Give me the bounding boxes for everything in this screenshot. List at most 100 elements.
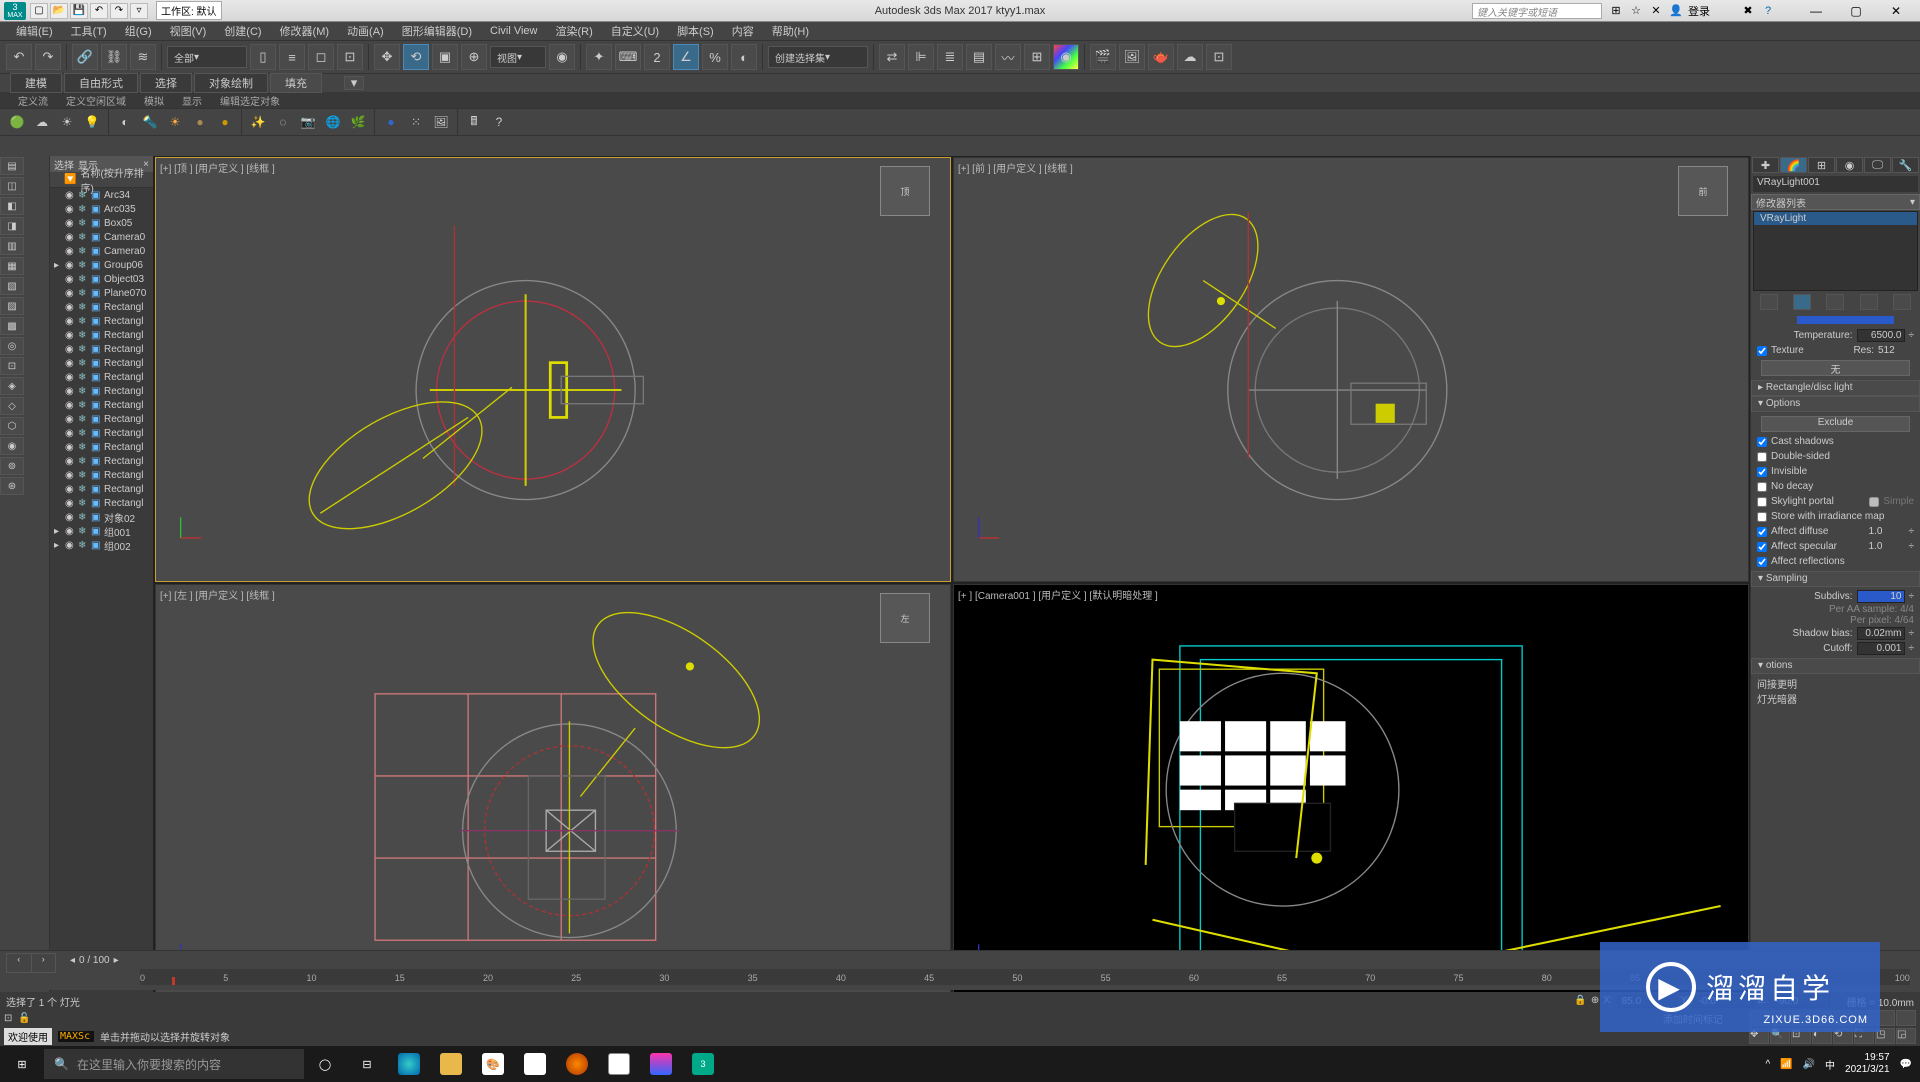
render-button[interactable]: 🫖 — [1148, 44, 1174, 70]
help-icon[interactable]: ? — [1760, 3, 1776, 19]
lt-17[interactable]: ⊛ — [0, 477, 24, 495]
app-brush-icon[interactable]: 🖌 — [514, 1046, 556, 1082]
app-note-icon[interactable] — [598, 1046, 640, 1082]
unlink-button[interactable]: ⛓ — [101, 44, 127, 70]
menu-customize[interactable]: 自定义(U) — [603, 22, 667, 40]
render-setup-button[interactable]: 🎬 — [1090, 44, 1116, 70]
scene-item[interactable]: ◉❄▣Rectangl — [50, 482, 153, 496]
exchange-icon[interactable]: ✖ — [1740, 3, 1756, 19]
lt-5[interactable]: ▥ — [0, 237, 24, 255]
ribbon-sub-flow[interactable]: 定义流 — [10, 93, 56, 108]
selection-lock-icon[interactable]: 🔓 — [18, 1013, 30, 1024]
make-unique-icon[interactable] — [1826, 294, 1844, 310]
viewport-top[interactable]: [+] [顶 ] [用户定义 ] [线框 ] 顶 — [155, 157, 951, 582]
bind-spacewarp-button[interactable]: ≋ — [130, 44, 156, 70]
vray-ies-icon[interactable]: ✨ — [247, 111, 269, 133]
ribbon-toggle-icon[interactable]: ▾ — [344, 76, 364, 90]
scene-item[interactable]: ◉❄▣Rectangl — [50, 412, 153, 426]
undo-icon[interactable]: ↶ — [90, 3, 108, 19]
help2-icon[interactable]: ? — [488, 111, 510, 133]
viewport-front-label[interactable]: [+] [前 ] [用户定义 ] [线框 ] — [958, 160, 1073, 175]
scene-item[interactable]: ◉❄▣Box05 — [50, 216, 153, 230]
lt-12[interactable]: ◈ — [0, 377, 24, 395]
scene-item[interactable]: ◉❄▣Rectangl — [50, 398, 153, 412]
scene-item[interactable]: ▸◉❄▣组002 — [50, 538, 153, 552]
scene-item[interactable]: ◉❄▣Arc035 — [50, 202, 153, 216]
affect-diffuse-value[interactable]: 1.0 — [1869, 526, 1905, 537]
toggle-ribbon-button[interactable]: ▤ — [966, 44, 992, 70]
scene-item[interactable]: ◉❄▣Rectangl — [50, 384, 153, 398]
menu-civil-view[interactable]: Civil View — [482, 24, 545, 38]
cloud-icon[interactable]: ✕ — [1648, 3, 1664, 19]
cortana-icon[interactable]: ⊟ — [346, 1046, 388, 1082]
filter-icon[interactable]: 🔽 — [64, 174, 76, 185]
new-file-icon[interactable]: ▢ — [30, 3, 48, 19]
ribbon-sub-sim[interactable]: 模拟 — [136, 93, 172, 108]
configure-sets-icon[interactable] — [1893, 294, 1911, 310]
light-spot-icon[interactable]: 🔦 — [139, 111, 161, 133]
coord-mode-icon[interactable]: ⊕ — [1591, 995, 1599, 1008]
select-by-name-button[interactable]: ≡ — [279, 44, 305, 70]
lt-1[interactable]: ▤ — [0, 157, 24, 175]
keyboard-shortcut-button[interactable]: ⌨ — [615, 44, 641, 70]
app-logo-icon[interactable]: 3MAX — [4, 2, 26, 20]
store-irradiance-checkbox[interactable] — [1757, 512, 1767, 522]
rollout-options[interactable]: ▾ Options — [1751, 396, 1920, 412]
scene-item[interactable]: ◉❄▣Rectangl — [50, 314, 153, 328]
sphere-blue-icon[interactable]: ● — [380, 111, 402, 133]
welcome-tab[interactable]: 欢迎使用 — [4, 1028, 52, 1045]
schematic-view-button[interactable]: ⊞ — [1024, 44, 1050, 70]
frame-prev-icon[interactable]: ◂ — [70, 955, 75, 966]
viewport-camera-label[interactable]: [+ ] [Camera001 ] [用户定义 ] [默认明暗处理 ] — [958, 587, 1158, 602]
show-end-result-icon[interactable] — [1793, 294, 1811, 310]
ribbon-tab-objectpaint[interactable]: 对象绘制 — [194, 73, 268, 93]
login-link[interactable]: 登录 — [1688, 3, 1710, 19]
snap-percent-button[interactable]: % — [702, 44, 728, 70]
align-button[interactable]: ⊫ — [908, 44, 934, 70]
tab-create-icon[interactable]: ✚ — [1752, 157, 1779, 173]
taskbar-search[interactable]: 🔍 在这里输入你要搜索的内容 — [44, 1049, 304, 1079]
menu-group[interactable]: 组(G) — [117, 22, 160, 40]
save-file-icon[interactable]: 💾 — [70, 3, 88, 19]
lt-16[interactable]: ⊚ — [0, 457, 24, 475]
scene-name-column-header[interactable]: 🔽 名称(按升序排序) — [50, 172, 153, 188]
scene-item[interactable]: ◉❄▣Rectangl — [50, 356, 153, 370]
move-button[interactable]: ✥ — [374, 44, 400, 70]
named-selection-sets[interactable]: 创建选择集 ▾ — [768, 46, 868, 68]
ribbon-tab-populate[interactable]: 填充 — [270, 73, 322, 93]
cutoff-value[interactable]: 0.001 — [1857, 642, 1905, 655]
user-icon[interactable]: 👤 — [1668, 3, 1684, 19]
menu-views[interactable]: 视图(V) — [162, 22, 215, 40]
menu-create[interactable]: 创建(C) — [216, 22, 269, 40]
lt-10[interactable]: ◎ — [0, 337, 24, 355]
light-sphere-icon[interactable]: ● — [189, 111, 211, 133]
scene-item[interactable]: ◉❄▣Arc34 — [50, 188, 153, 202]
menu-graph-editors[interactable]: 图形编辑器(D) — [394, 22, 480, 40]
scene-item[interactable]: ▸◉❄▣Group06 — [50, 258, 153, 272]
menu-rendering[interactable]: 渲染(R) — [548, 22, 601, 40]
render-region-button[interactable]: ⊡ — [1206, 44, 1232, 70]
ref-coord-system[interactable]: 视图 ▾ — [490, 46, 546, 68]
help-search-input[interactable]: 键入关键字或短语 — [1472, 3, 1602, 19]
calc-icon[interactable]: 🖩 — [463, 111, 485, 133]
viewnav-8-icon[interactable]: ◲ — [1896, 1028, 1916, 1044]
vray-camera-icon[interactable]: ☀ — [56, 111, 78, 133]
pivot-center-button[interactable]: ◉ — [549, 44, 575, 70]
double-sided-checkbox[interactable] — [1757, 452, 1767, 462]
cast-shadows-checkbox[interactable] — [1757, 437, 1767, 447]
isolate-icon[interactable]: ⊡ — [4, 1013, 12, 1024]
edge-icon[interactable] — [388, 1046, 430, 1082]
close-button[interactable]: ✕ — [1876, 1, 1916, 21]
pin-stack-icon[interactable] — [1760, 294, 1778, 310]
app-3dsmax-icon[interactable]: 3 — [682, 1046, 724, 1082]
scene-item[interactable]: ▸◉❄▣组001 — [50, 524, 153, 538]
scene-icon[interactable]: 🖼 — [430, 111, 452, 133]
vray-camera2-icon[interactable]: 📷 — [297, 111, 319, 133]
multi-sphere-icon[interactable]: ⁙ — [405, 111, 427, 133]
rotate-button[interactable]: ⟲ — [403, 44, 429, 70]
modifier-vraylight[interactable]: VRayLight — [1754, 212, 1917, 225]
shadow-bias-value[interactable]: 0.02mm — [1857, 627, 1905, 640]
lt-11[interactable]: ⊡ — [0, 357, 24, 375]
temperature-value[interactable]: 6500.0 — [1857, 329, 1905, 342]
object-name-field[interactable]: VRayLight001 — [1753, 176, 1918, 192]
